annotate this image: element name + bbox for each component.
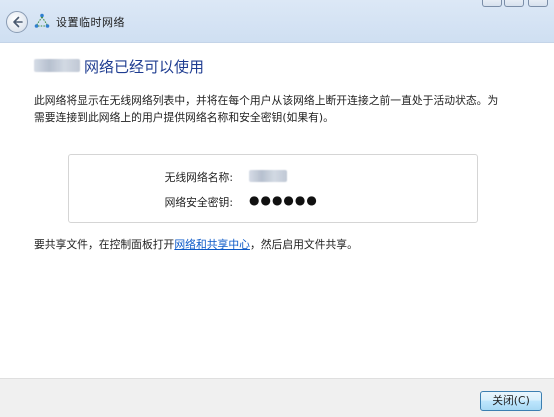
back-arrow-icon bbox=[13, 16, 23, 28]
maximize-button[interactable] bbox=[504, 0, 524, 7]
page-heading: 网络已经可以使用 bbox=[84, 58, 205, 76]
security-key-value: ●●●●●● bbox=[249, 193, 318, 207]
footer: 关闭(C) bbox=[0, 378, 554, 417]
redacted-network-name-value bbox=[249, 170, 287, 182]
share-instructions: 要共享文件，在控制面板打开网络和共享中心，然后启用文件共享。 bbox=[34, 236, 358, 252]
network-icon bbox=[34, 13, 50, 28]
minimize-button[interactable] bbox=[482, 0, 502, 7]
network-info-box: 无线网络名称: 网络安全密钥: ●●●●●● bbox=[68, 154, 478, 223]
close-button[interactable]: 关闭(C) bbox=[480, 391, 542, 411]
security-key-label: 网络安全密钥: bbox=[164, 196, 233, 209]
back-button[interactable] bbox=[6, 11, 28, 33]
redacted-network-name bbox=[34, 59, 80, 72]
network-name-label: 无线网络名称: bbox=[164, 171, 233, 184]
title-bar: 设置临时网络 bbox=[0, 0, 554, 43]
share-prefix: 要共享文件，在控制面板打开 bbox=[34, 238, 175, 251]
share-suffix: ，然后启用文件共享。 bbox=[249, 238, 358, 251]
network-sharing-center-link[interactable]: 网络和共享中心 bbox=[174, 238, 250, 251]
close-window-button[interactable] bbox=[528, 0, 548, 7]
window-title: 设置临时网络 bbox=[56, 16, 125, 29]
description-text: 此网络将显示在无线网络列表中，并将在每个用户从该网络上断开连接之前一直处于活动状… bbox=[34, 94, 499, 124]
